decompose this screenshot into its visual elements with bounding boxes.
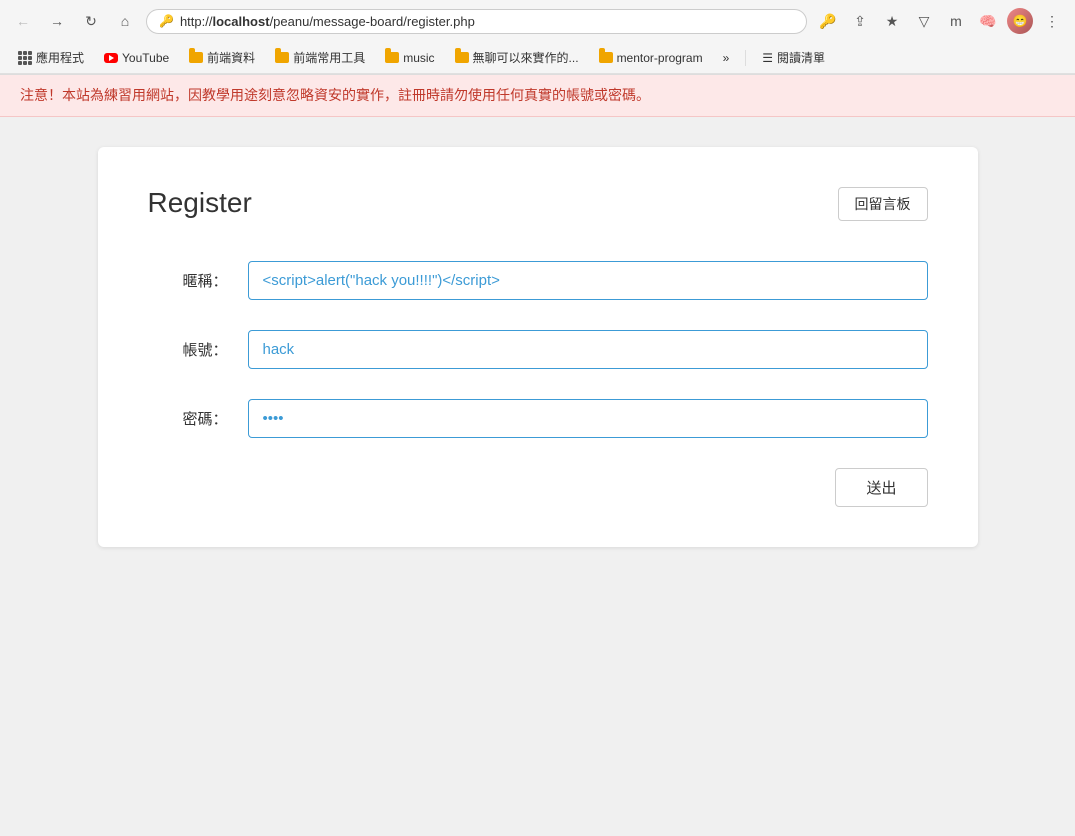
url-path: /peanu/message-board/register.php [270,14,475,29]
menu-icon[interactable]: ⋮ [1039,8,1065,34]
home-button[interactable]: ⌂ [112,8,138,34]
folder-icon-5 [599,51,613,65]
lock-icon: 🔑 [159,14,174,28]
address-bar[interactable]: 🔑 http://localhost/peanu/message-board/r… [146,9,807,34]
folder-icon-3 [385,51,399,65]
forward-button[interactable]: → [44,8,70,34]
nickname-row: 暱稱： [148,261,928,300]
avatar[interactable]: 😁 [1007,8,1033,34]
toolbar-icons: 🔑 ⇪ ★ ▽ m 🧠 😁 ⋮ [815,8,1065,34]
reading-list-button[interactable]: ☰ 閱讀清單 [754,46,833,69]
back-to-board-button[interactable]: 回留言板 [838,187,928,221]
password-input[interactable] [248,399,928,438]
nickname-input[interactable] [248,261,928,300]
bookmark-more[interactable]: » [715,48,738,68]
bookmark-apps-label: 應用程式 [36,49,84,66]
bookmark-frontend-data-label: 前端資料 [207,49,255,66]
apps-grid-icon [18,51,32,65]
youtube-icon [104,51,118,65]
more-label: » [723,51,730,65]
folder-icon-2 [275,51,289,65]
password-label: 密碼： [148,408,228,429]
browser-toolbar: ← → ↻ ⌂ 🔑 http://localhost/peanu/message… [0,0,1075,42]
share-icon[interactable]: ⇪ [847,8,873,34]
extensions-icon[interactable]: 🧠 [975,8,1001,34]
warning-banner: 注意！本站為練習用網站，因教學用途刻意忽略資安的實作，註冊時請勿使用任何真實的帳… [0,75,1075,117]
register-card: Register 回留言板 暱稱： 帳號： 密碼： 送出 [98,147,978,547]
folder-icon-1 [189,51,203,65]
bookmarks-separator [745,50,746,66]
reload-button[interactable]: ↻ [78,8,104,34]
warning-text: 注意！本站為練習用網站，因教學用途刻意忽略資安的實作，註冊時請勿使用任何真實的帳… [20,87,650,103]
bookmark-mentor-label: mentor-program [617,51,703,65]
reading-list-label: 閱讀清單 [777,49,825,66]
bookmark-frontend-tools-label: 前端常用工具 [293,49,365,66]
account-icon[interactable]: m [943,8,969,34]
nickname-label: 暱稱： [148,270,228,291]
account-row: 帳號： [148,330,928,369]
card-header: Register 回留言板 [148,187,928,221]
bookmark-boring-label: 無聊可以來實作的... [473,49,579,66]
bookmarks-bar: 應用程式 YouTube 前端資料 前端常用工具 music [0,42,1075,74]
bookmark-music-label: music [403,51,434,65]
bookmark-mentor[interactable]: mentor-program [591,48,711,68]
url-protocol: http:// [180,14,213,29]
bookmark-frontend-data[interactable]: 前端資料 [181,46,263,69]
key-icon[interactable]: 🔑 [815,8,841,34]
page-title: Register [148,187,252,219]
bookmark-star-icon[interactable]: ★ [879,8,905,34]
reading-list-icon: ☰ [762,51,773,65]
bookmark-frontend-tools[interactable]: 前端常用工具 [267,46,373,69]
account-input[interactable] [248,330,928,369]
url-text: http://localhost/peanu/message-board/reg… [180,14,794,29]
account-label: 帳號： [148,339,228,360]
bookmark-youtube-label: YouTube [122,51,169,65]
bookmark-music[interactable]: music [377,48,442,68]
bookmark-boring[interactable]: 無聊可以來實作的... [447,46,587,69]
bookmark-youtube[interactable]: YouTube [96,48,177,68]
url-host: localhost [212,14,269,29]
back-button[interactable]: ← [10,8,36,34]
submit-button[interactable]: 送出 [835,468,927,507]
form-actions: 送出 [148,468,928,507]
bookmark-apps[interactable]: 應用程式 [10,46,92,69]
folder-icon-4 [455,51,469,65]
password-row: 密碼： [148,399,928,438]
page-background: Register 回留言板 暱稱： 帳號： 密碼： 送出 [0,117,1075,817]
profile-icon[interactable]: ▽ [911,8,937,34]
browser-chrome: ← → ↻ ⌂ 🔑 http://localhost/peanu/message… [0,0,1075,75]
